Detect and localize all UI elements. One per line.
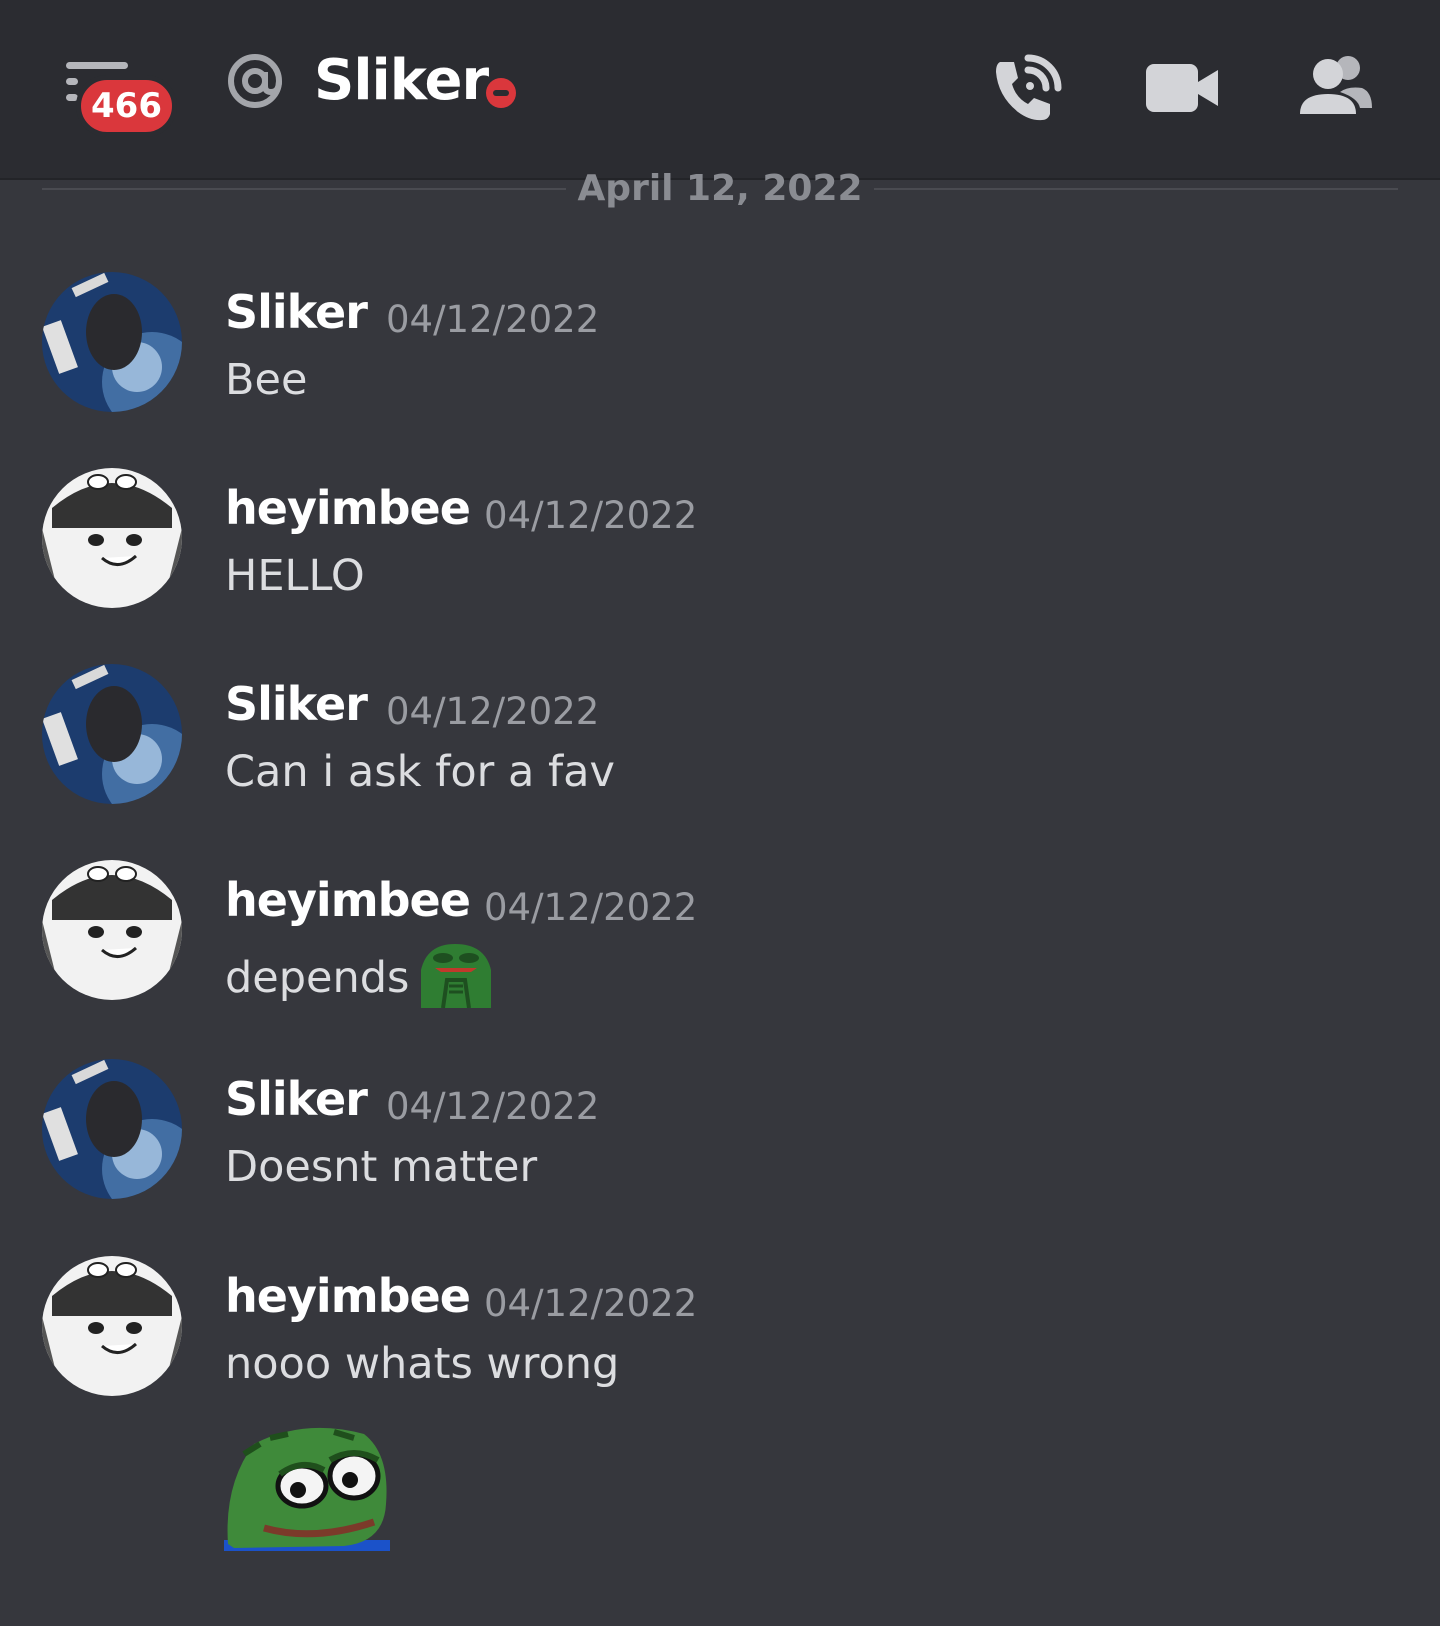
avatar-image-sliker — [42, 1059, 182, 1199]
channel-title: Sliker — [314, 48, 489, 113]
message-text: Doesnt matter — [225, 1142, 538, 1192]
message-author[interactable]: Sliker — [225, 284, 368, 340]
do-not-disturb-status-icon — [486, 78, 516, 108]
message-text: HELLO — [225, 551, 365, 601]
message-timestamp: 04/12/2022 — [484, 886, 698, 929]
avatar-heyimbee[interactable] — [42, 1256, 182, 1396]
video-camera-icon — [1146, 64, 1218, 112]
message-item[interactable]: heyimbee 04/12/2022 depends — [0, 860, 1440, 1050]
menu-button[interactable]: 466 — [60, 58, 180, 138]
message-author[interactable]: Sliker — [225, 676, 368, 732]
avatar-image-heyimbee — [42, 468, 182, 608]
message-author[interactable]: heyimbee — [225, 872, 471, 928]
avatar-image-heyimbee — [42, 1256, 182, 1396]
avatar-image-heyimbee — [42, 860, 182, 1000]
message-timestamp: 04/12/2022 — [484, 1282, 698, 1325]
phone-call-icon — [996, 54, 1062, 121]
avatar-heyimbee[interactable] — [42, 860, 182, 1000]
message-author[interactable]: heyimbee — [225, 480, 471, 536]
video-call-button[interactable] — [1142, 48, 1222, 128]
message-item[interactable]: heyimbee 04/12/2022 nooo whats wrong — [0, 1256, 1440, 1446]
message-text: Bee — [225, 355, 308, 405]
divider-line-left — [42, 188, 566, 190]
message-text: Can i ask for a fav — [225, 747, 615, 797]
avatar-sliker[interactable] — [42, 1059, 182, 1199]
pepe-sticker[interactable] — [224, 1424, 390, 1551]
channel-header: 466 Sliker — [0, 0, 1440, 180]
message-timestamp: 04/12/2022 — [386, 690, 600, 733]
message-text-row: depends — [225, 940, 492, 1008]
at-sign-icon — [228, 54, 282, 108]
message-author[interactable]: heyimbee — [225, 1268, 471, 1324]
avatar-sliker[interactable] — [42, 272, 182, 412]
date-divider: April 12, 2022 — [0, 164, 1440, 214]
date-divider-label: April 12, 2022 — [577, 168, 863, 209]
voice-call-button[interactable] — [988, 48, 1068, 128]
dm-chat-screen: 466 Sliker April 12, 2022 Sliker 04/12/2… — [0, 0, 1440, 1626]
avatar-image-sliker — [42, 664, 182, 804]
avatar-image-sliker — [42, 272, 182, 412]
unread-count-badge: 466 — [76, 75, 177, 137]
avatar-heyimbee[interactable] — [42, 468, 182, 608]
message-item[interactable]: Sliker 04/12/2022 Bee — [0, 272, 1440, 462]
avatar-sliker[interactable] — [42, 664, 182, 804]
message-author[interactable]: Sliker — [225, 1071, 368, 1127]
message-timestamp: 04/12/2022 — [386, 298, 600, 341]
pepe-emoji[interactable] — [421, 940, 492, 1008]
members-button[interactable] — [1296, 48, 1376, 128]
message-timestamp: 04/12/2022 — [484, 494, 698, 537]
message-timestamp: 04/12/2022 — [386, 1085, 600, 1128]
message-item[interactable]: Sliker 04/12/2022 Doesnt matter — [0, 1059, 1440, 1249]
members-icon — [1300, 56, 1372, 114]
message-item[interactable]: Sliker 04/12/2022 Can i ask for a fav — [0, 664, 1440, 854]
message-item[interactable]: heyimbee 04/12/2022 HELLO — [0, 468, 1440, 658]
divider-line-right — [874, 188, 1398, 190]
message-text: nooo whats wrong — [225, 1339, 620, 1389]
message-text: depends — [225, 953, 410, 1003]
